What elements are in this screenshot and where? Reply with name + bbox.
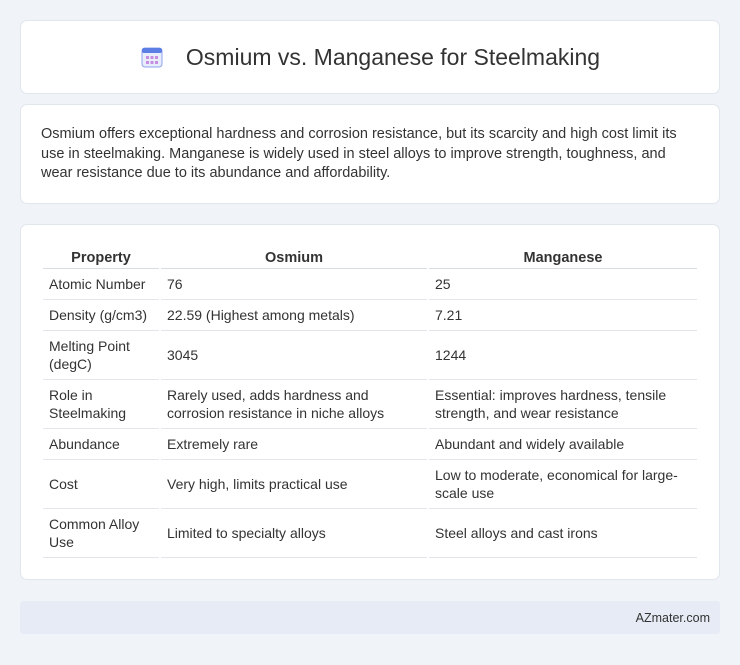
- calendar-icon: [141, 47, 163, 68]
- comparison-card: Property Osmium Manganese Atomic Number …: [20, 224, 720, 580]
- property-cell: Density (g/cm3): [43, 300, 159, 331]
- table-header-row: Property Osmium Manganese: [43, 245, 697, 269]
- table-row: Atomic Number 76 25: [43, 269, 697, 300]
- page-title: Osmium vs. Manganese for Steelmaking: [185, 43, 601, 70]
- property-cell: Common Alloy Use: [43, 509, 159, 558]
- manganese-cell: 1244: [429, 331, 697, 380]
- property-cell: Atomic Number: [43, 269, 159, 300]
- comparison-table: Property Osmium Manganese Atomic Number …: [41, 245, 699, 558]
- osmium-cell: 3045: [161, 331, 427, 380]
- manganese-cell: 25: [429, 269, 697, 300]
- title-card: Osmium vs. Manganese for Steelmaking: [20, 20, 720, 94]
- manganese-cell: Abundant and widely available: [429, 429, 697, 460]
- osmium-cell: Extremely rare: [161, 429, 427, 460]
- osmium-cell: 76: [161, 269, 427, 300]
- table-row: Role in Steelmaking Rarely used, adds ha…: [43, 380, 697, 429]
- table-row: Common Alloy Use Limited to specialty al…: [43, 509, 697, 558]
- table-row: Cost Very high, limits practical use Low…: [43, 460, 697, 509]
- column-header-osmium: Osmium: [161, 245, 427, 269]
- footer-bar: AZmater.com: [20, 601, 720, 634]
- table-row: Abundance Extremely rare Abundant and wi…: [43, 429, 697, 460]
- property-cell: Cost: [43, 460, 159, 509]
- property-cell: Abundance: [43, 429, 159, 460]
- osmium-cell: 22.59 (Highest among metals): [161, 300, 427, 331]
- osmium-cell: Rarely used, adds hardness and corrosion…: [161, 380, 427, 429]
- table-row: Density (g/cm3) 22.59 (Highest among met…: [43, 300, 697, 331]
- osmium-cell: Very high, limits practical use: [161, 460, 427, 509]
- property-cell: Role in Steelmaking: [43, 380, 159, 429]
- manganese-cell: Steel alloys and cast irons: [429, 509, 697, 558]
- table-row: Melting Point (degC) 3045 1244: [43, 331, 697, 380]
- intro-card: Osmium offers exceptional hardness and c…: [20, 104, 720, 204]
- intro-text: Osmium offers exceptional hardness and c…: [41, 126, 677, 181]
- manganese-cell: Low to moderate, economical for large-sc…: [429, 460, 697, 509]
- footer-brand: AZmater.com: [635, 610, 710, 625]
- manganese-cell: Essential: improves hardness, tensile st…: [429, 380, 697, 429]
- manganese-cell: 7.21: [429, 300, 697, 331]
- column-header-property: Property: [43, 245, 159, 269]
- column-header-manganese: Manganese: [429, 245, 697, 269]
- osmium-cell: Limited to specialty alloys: [161, 509, 427, 558]
- property-cell: Melting Point (degC): [43, 331, 159, 380]
